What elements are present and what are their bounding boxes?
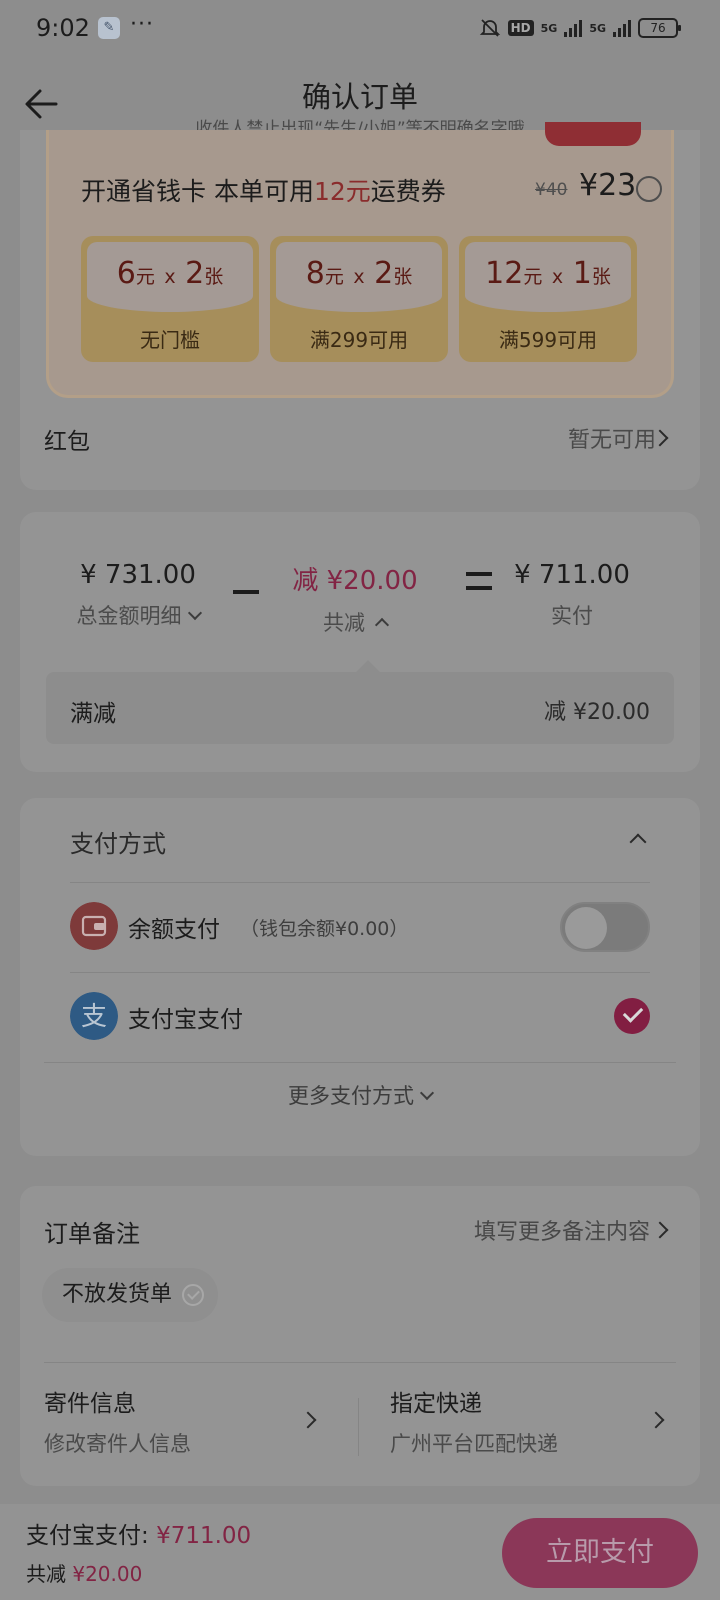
coupon-tickets: 6元 x 2张 无门槛 8元 x 2张 满299可用 12元 x 1张 满599…	[81, 236, 637, 362]
total-amount: ¥ 731.00	[80, 560, 196, 590]
hd-icon: HD	[507, 20, 534, 36]
signal-icon	[564, 19, 583, 37]
ticket-condition: 满599可用	[498, 328, 598, 352]
status-time: 9:02	[36, 14, 90, 42]
bottom-pay-bar: 支付宝支付: ¥711.00 共减 ¥20.00 立即支付	[0, 1504, 720, 1600]
ticket-condition: 满299可用	[309, 328, 409, 352]
pay-summary: 支付宝支付: ¥711.00	[26, 1523, 252, 1549]
discount-detail-row: 满减 减 ¥20.00	[46, 660, 674, 744]
pay-now-button[interactable]: 立即支付	[502, 1518, 698, 1588]
wallet-icon	[70, 902, 118, 950]
more-payment-methods[interactable]: 更多支付方式	[20, 1080, 700, 1110]
discount-amount: 减 ¥20.00	[292, 566, 418, 596]
price-summary-card: ¥ 731.00 总金额明细 减 ¥20.00 共减 ¥ 711.00 实付 满…	[20, 512, 700, 772]
actual-label: 实付	[551, 604, 593, 628]
chevron-down-icon	[419, 1085, 435, 1101]
alipay-icon: 支	[70, 992, 118, 1040]
coupon-card: 开通省钱卡 本单可用12元运费券 ¥40 ¥23 6元 x 2张 无门槛 8元 …	[20, 122, 700, 490]
ticket-amount: 8元 x 2张	[305, 256, 413, 291]
promo-old-price: ¥40	[535, 180, 568, 200]
battery-icon: 76	[638, 18, 681, 38]
wallet-balance: （钱包余额¥0.00）	[240, 918, 409, 940]
balance-toggle[interactable]	[560, 902, 650, 952]
ticket-amount: 6元 x 2张	[116, 256, 224, 291]
status-bar: 9:02 ✎ ··· HD 5G 5G 76	[0, 0, 720, 62]
divider	[70, 972, 650, 973]
status-icons: HD 5G 5G 76	[479, 17, 681, 39]
payment-option-name: 支付宝支付	[128, 1007, 243, 1033]
notes-more-link[interactable]: 填写更多备注内容	[474, 1214, 650, 1246]
discount-column[interactable]: 减 ¥20.00 共减	[265, 560, 445, 637]
order-notes-card: 订单备注 填写更多备注内容 不放发货单 寄件信息 修改寄件人信息 指定快递 广州…	[20, 1186, 700, 1486]
discount-detail-value: 减 ¥20.00	[544, 700, 650, 725]
divider	[44, 1062, 676, 1063]
chevron-down-icon	[187, 605, 202, 621]
minus-sign	[233, 590, 259, 594]
total-label: 总金额明细	[48, 600, 228, 630]
collapse-chevron-icon[interactable]	[629, 833, 647, 851]
chevron-right-icon[interactable]	[651, 1221, 669, 1239]
page-title: 确认订单	[301, 80, 418, 114]
check-circle-icon	[182, 1284, 205, 1306]
svg-text:支: 支	[81, 1002, 107, 1032]
promo-price: ¥23	[579, 168, 637, 203]
red-packet-value[interactable]: 暂无可用	[568, 422, 656, 454]
network-5g-1: 5G	[540, 21, 558, 35]
payment-option-alipay[interactable]: 支 支付宝支付	[70, 974, 650, 1062]
promo-ribbon	[545, 122, 641, 146]
divider	[70, 882, 650, 883]
note-chip[interactable]: 不放发货单	[42, 1268, 219, 1322]
discount-label: 共减	[265, 607, 445, 637]
actual-amount: ¥ 711.00	[514, 560, 630, 590]
ticket-amount: 12元 x 1张	[485, 256, 611, 291]
red-packet-label: 红包	[44, 429, 90, 455]
coupon-ticket: 6元 x 2张 无门槛	[81, 236, 259, 362]
network-5g-2: 5G	[589, 21, 606, 35]
savings-card-promo[interactable]: 开通省钱卡 本单可用12元运费券 ¥40 ¥23 6元 x 2张 无门槛 8元 …	[46, 122, 674, 398]
payment-option-name: 余额支付	[128, 917, 220, 943]
discount-detail-label: 满减	[70, 701, 116, 727]
coupon-ticket: 12元 x 1张 满599可用	[459, 236, 637, 362]
courier-info-title: 指定快递	[390, 1391, 482, 1417]
coupon-ticket: 8元 x 2张 满299可用	[270, 236, 448, 362]
promo-headline: 开通省钱卡 本单可用12元运费券	[81, 177, 446, 206]
payment-method-card: 支付方式 余额支付 （钱包余额¥0.00） 支 支付宝支付 更多支付方式	[20, 798, 700, 1156]
notes-title: 订单备注	[44, 1220, 140, 1248]
ticket-condition: 无门槛	[140, 328, 200, 352]
divider	[44, 1362, 676, 1363]
pay-total: ¥711.00	[156, 1523, 252, 1549]
wrench-icon: ✎	[98, 17, 120, 39]
sender-info-sub: 修改寄件人信息	[44, 1432, 191, 1456]
courier-info-sub: 广州平台匹配快递	[390, 1432, 558, 1456]
check-icon[interactable]	[614, 998, 650, 1034]
mute-bell-icon	[479, 19, 500, 37]
actual-column: ¥ 711.00 实付	[482, 560, 662, 630]
signal-icon-2	[613, 19, 631, 37]
payment-title: 支付方式	[70, 830, 166, 858]
chevron-up-icon	[374, 617, 390, 633]
more-notifications-icon: ···	[130, 12, 154, 37]
promo-highlight: 12元	[313, 177, 371, 206]
pay-discount: 共减 ¥20.00	[26, 1562, 143, 1586]
sender-info-title: 寄件信息	[44, 1391, 136, 1417]
total-column[interactable]: ¥ 731.00 总金额明细	[48, 560, 228, 630]
payment-option-balance[interactable]: 余额支付 （钱包余额¥0.00）	[70, 884, 650, 972]
promo-radio[interactable]	[636, 176, 662, 202]
vertical-divider	[358, 1398, 359, 1456]
sender-info[interactable]: 寄件信息 修改寄件人信息	[44, 1384, 364, 1458]
